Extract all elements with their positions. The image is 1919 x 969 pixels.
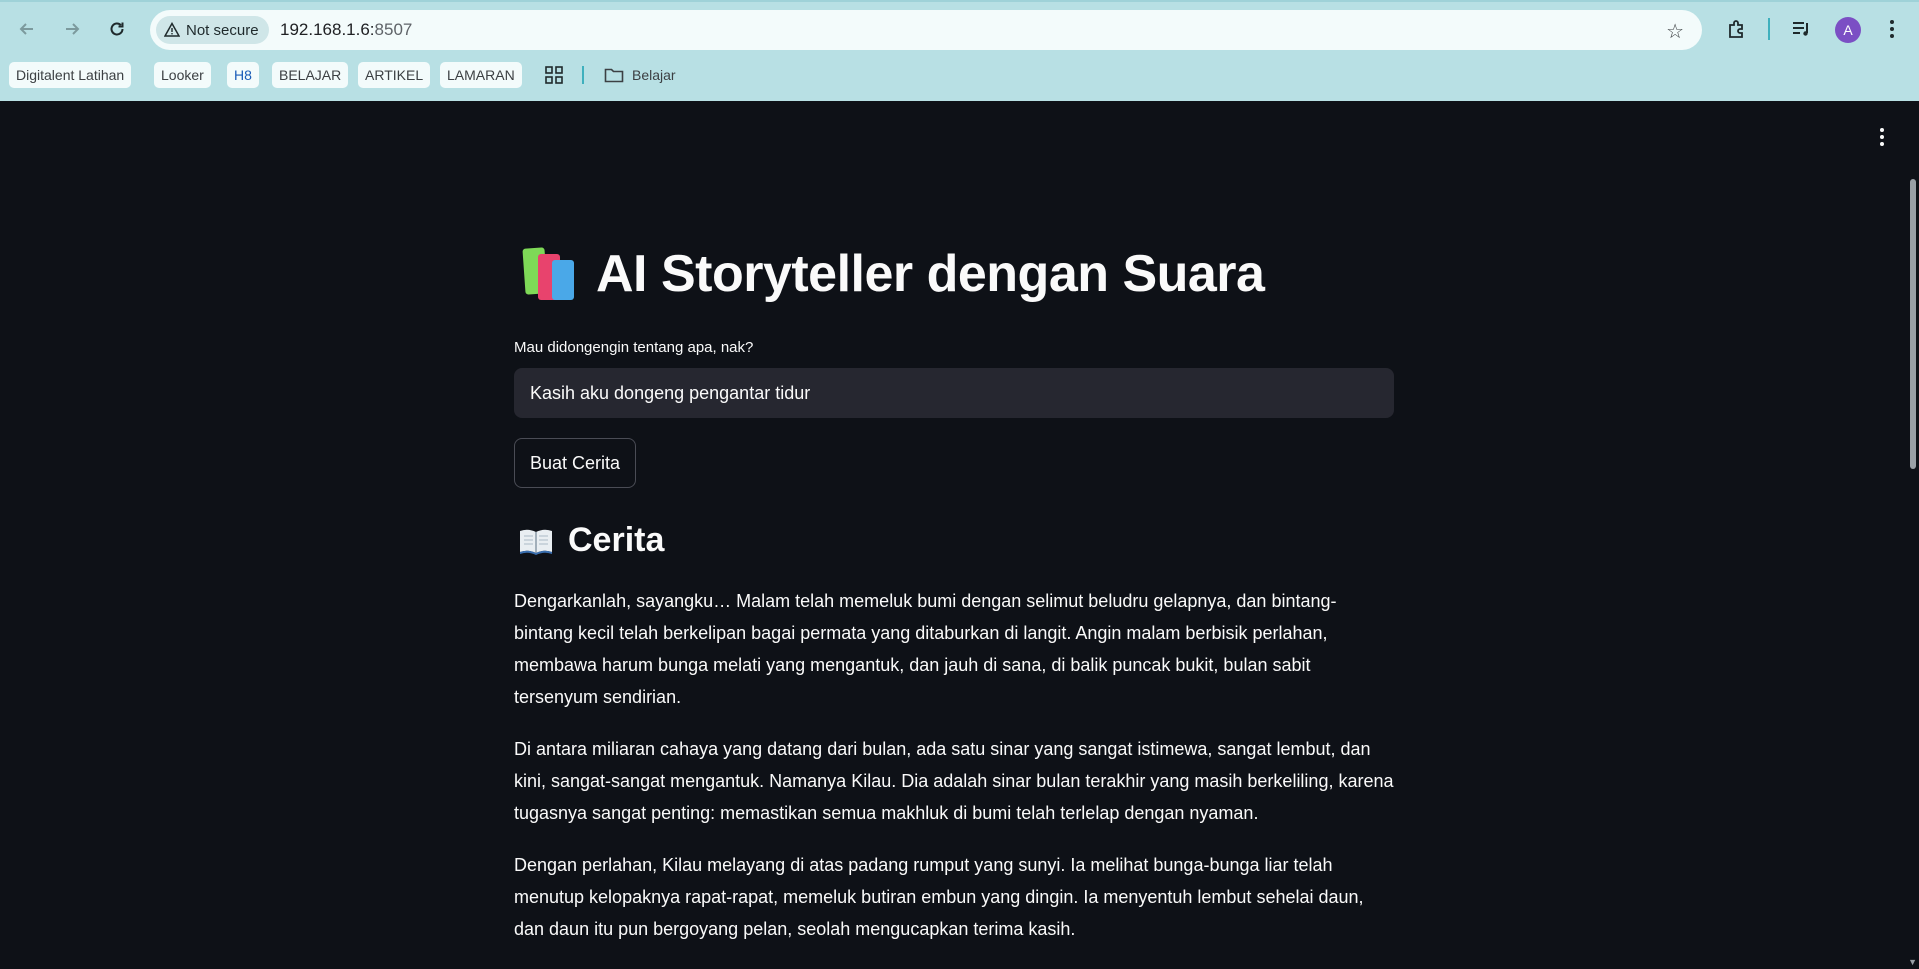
bookmark-item[interactable]: Looker: [154, 62, 211, 88]
extensions-button[interactable]: [1722, 14, 1752, 44]
scrollbar[interactable]: ▼: [1905, 101, 1919, 969]
scrollbar-thumb[interactable]: [1910, 179, 1916, 469]
open-book-icon: [520, 529, 552, 555]
story-paragraph: Dengarkanlah, sayangku… Malam telah meme…: [514, 591, 1337, 707]
chrome-top-accent: [0, 0, 1919, 2]
url-host: 192.168.1.6:: [280, 20, 375, 39]
address-bar[interactable]: Not secure 192.168.1.6:8507 ☆: [150, 10, 1702, 50]
more-vertical-icon: [1880, 128, 1884, 146]
security-chip[interactable]: Not secure: [156, 16, 269, 44]
reload-icon: [110, 22, 124, 36]
back-button[interactable]: [12, 14, 42, 44]
page-title: AI Storyteller dengan Suara: [522, 244, 1265, 304]
apps-grid-button[interactable]: [545, 62, 563, 88]
media-controls-button[interactable]: [1786, 14, 1816, 44]
url-port: 8507: [374, 20, 413, 39]
story-text: Dengarkanlah, sayangku… Malam telah meme…: [514, 585, 1394, 965]
browser-menu-button[interactable]: [1877, 14, 1907, 44]
create-story-button[interactable]: Buat Cerita: [514, 438, 637, 488]
warning-icon: [164, 22, 180, 37]
bookmark-item[interactable]: LAMARAN: [440, 62, 522, 88]
grid-icon: [545, 66, 563, 84]
forward-arrow-icon: [66, 23, 80, 35]
page-title-text: AI Storyteller dengan Suara: [596, 245, 1265, 303]
bookmark-item[interactable]: Digitalent Latihan: [9, 62, 132, 88]
book-blue-shape: [552, 260, 574, 300]
story-heading: Cerita: [518, 521, 664, 560]
back-arrow-icon: [19, 23, 33, 35]
story-prompt-label: Mau didongengin tentang apa, nak?: [514, 339, 754, 356]
story-prompt-input[interactable]: Kasih aku dongeng pengantar tidur: [514, 368, 1394, 418]
folder-icon: [604, 68, 624, 83]
toolbar-divider: [1768, 18, 1770, 40]
more-vertical-icon: [1890, 20, 1894, 38]
puzzle-icon: [1729, 20, 1743, 38]
bookmark-item[interactable]: ARTIKEL: [358, 62, 431, 88]
url-text[interactable]: 192.168.1.6:8507: [280, 20, 412, 40]
story-paragraph: Dengan perlahan, Kilau melayang di atas …: [514, 855, 1364, 939]
browser-chrome: Not secure 192.168.1.6:8507 ☆ A Digitale…: [0, 0, 1919, 101]
bookmark-item[interactable]: BELAJAR: [272, 62, 349, 88]
app-viewport: ▼ AI Storyteller dengan Suara Mau didong…: [0, 101, 1919, 969]
story-paragraph: Di antara miliaran cahaya yang datang da…: [514, 739, 1394, 823]
bookmark-folder-label: Belajar: [632, 67, 676, 83]
profile-avatar[interactable]: A: [1835, 17, 1861, 43]
scroll-down-icon[interactable]: ▼: [1908, 957, 1917, 967]
queue-music-icon: [1793, 22, 1808, 36]
bookmark-item[interactable]: H8: [227, 62, 259, 88]
forward-button[interactable]: [57, 14, 87, 44]
bookmarks-divider: [582, 66, 584, 84]
app-menu-button[interactable]: [1879, 127, 1885, 153]
reload-button[interactable]: [102, 14, 132, 44]
security-label: Not secure: [186, 21, 259, 39]
books-icon: [522, 247, 578, 300]
bookmark-star-icon[interactable]: ☆: [1666, 19, 1684, 44]
story-heading-text: Cerita: [568, 521, 665, 559]
bookmark-folder[interactable]: Belajar: [604, 62, 676, 88]
